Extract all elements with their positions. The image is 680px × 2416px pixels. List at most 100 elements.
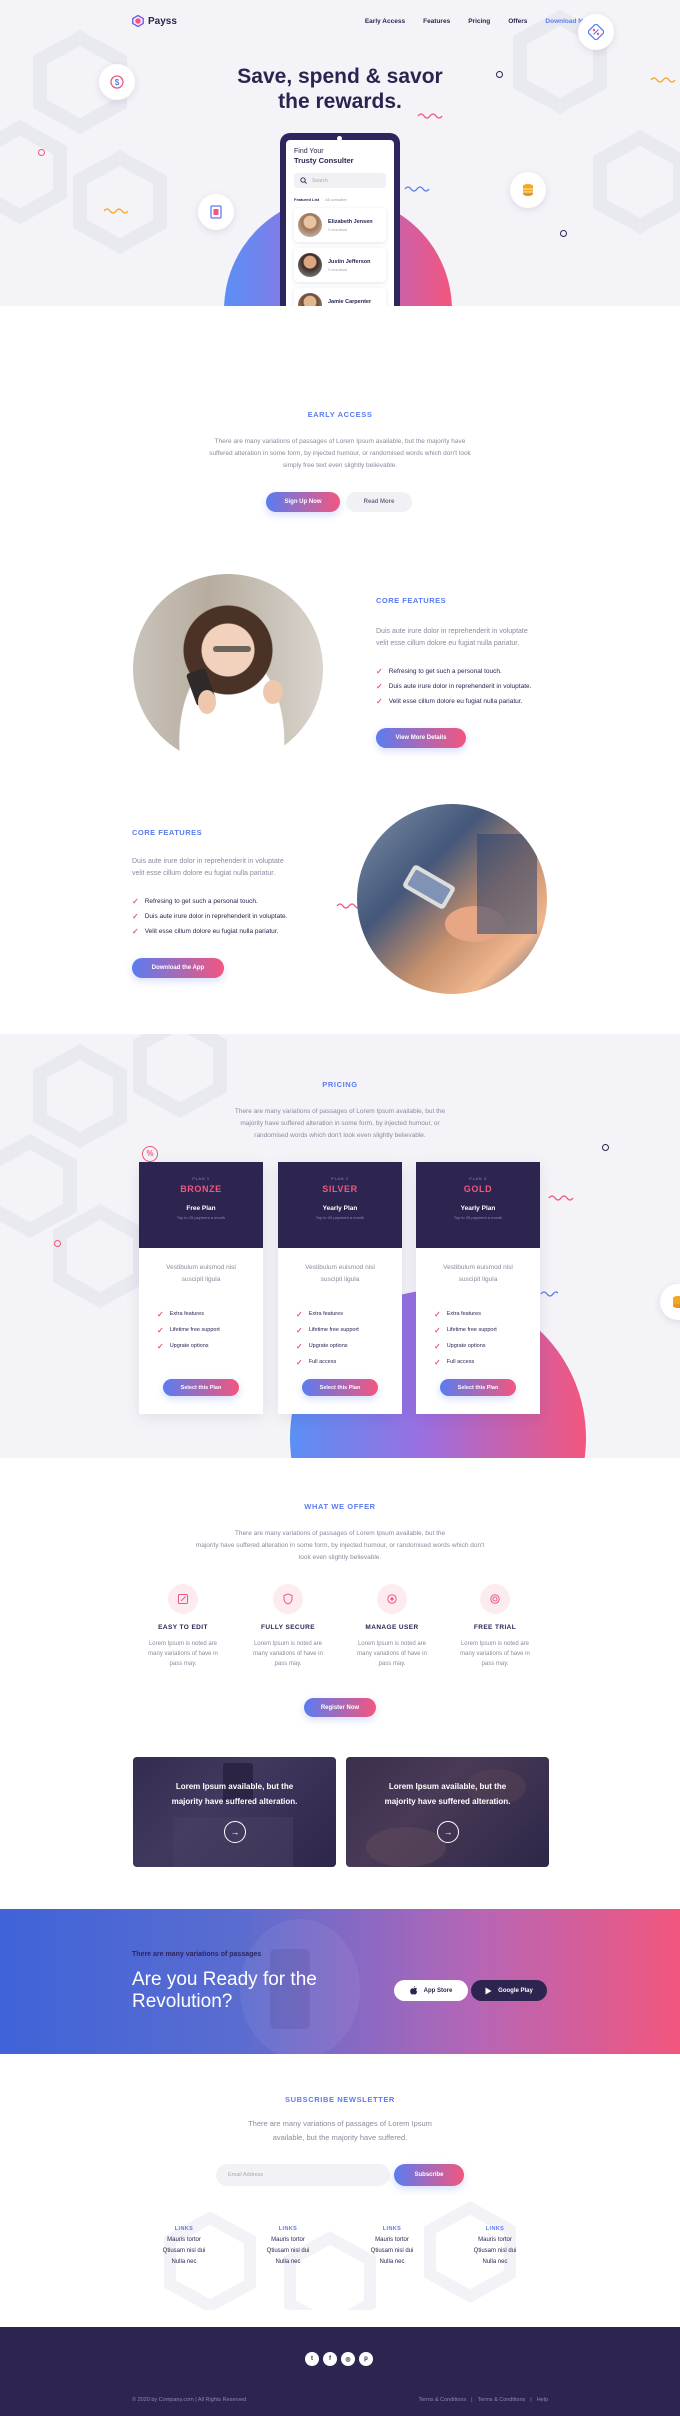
email-field[interactable]: Email Address bbox=[216, 2164, 390, 2186]
footer-link[interactable]: Nulla nec bbox=[352, 2259, 432, 2265]
plan-desc-line2: suscipit ligula bbox=[458, 1276, 498, 1283]
terms-link[interactable]: Terms & Conditions bbox=[418, 2397, 466, 2403]
laptop-phone-photo bbox=[133, 1757, 336, 1867]
pinterest-icon[interactable]: p bbox=[359, 2352, 373, 2366]
logo-text: Payss bbox=[148, 15, 177, 27]
footer-link[interactable]: Nulla nec bbox=[455, 2259, 535, 2265]
feature2-description: Duis aute irure dolor in reprehenderit i… bbox=[132, 856, 332, 880]
plan-feature: ✓ Extra features bbox=[434, 1306, 540, 1322]
arrow-right-icon[interactable]: → bbox=[437, 1821, 459, 1843]
feature1-checklist: ✓ Refresing to get such a personal touch.… bbox=[376, 664, 596, 709]
sign-up-button[interactable]: Sign Up Now bbox=[266, 492, 340, 512]
plan-name: BRONZE bbox=[180, 1184, 222, 1194]
phone-search-field[interactable]: Search bbox=[294, 173, 386, 188]
twitter-icon[interactable]: t bbox=[305, 2352, 319, 2366]
image-card-line2: majority have suffered alteration. bbox=[384, 1797, 511, 1806]
check-icon: ✓ bbox=[157, 1325, 164, 1335]
pricing-label: PRICING bbox=[322, 1080, 358, 1089]
check-icon: ✓ bbox=[434, 1341, 441, 1351]
select-plan-button[interactable]: Select this Plan bbox=[440, 1379, 516, 1396]
footer-link[interactable]: Mauris tortor bbox=[144, 2237, 224, 2243]
nav-link-offers[interactable]: Offers bbox=[508, 18, 527, 25]
nav-link-early-access[interactable]: Early Access bbox=[365, 18, 405, 25]
check-text: Velit esse cillum dolore eu fugiat nulla… bbox=[388, 698, 523, 705]
offer-icon-wrap bbox=[273, 1584, 303, 1614]
offer-description: Lorem Ipsum is noted are many variations… bbox=[342, 1639, 442, 1669]
coins-icon bbox=[673, 1296, 680, 1308]
offer-desc-line2: many variations of have in bbox=[148, 1651, 218, 1657]
footer-link[interactable]: Mauris tortor bbox=[248, 2237, 328, 2243]
plan-feature: ✓ Lifetime free support bbox=[434, 1322, 540, 1338]
offer-desc-line3: pass may. bbox=[169, 1661, 197, 1667]
image-card-text: Lorem Ipsum available, but the majority … bbox=[133, 1779, 336, 1809]
download-app-button[interactable]: Download the App bbox=[132, 958, 224, 978]
feature2-desc-line2: velit esse cillum dolore eu fugiat nulla… bbox=[132, 870, 276, 877]
pricing-text-line1: There are many variations of passages of… bbox=[234, 1108, 446, 1115]
arrow-right-icon[interactable]: → bbox=[224, 1821, 246, 1843]
select-plan-button[interactable]: Select this Plan bbox=[302, 1379, 378, 1396]
early-text-line1: There are many variations of passages of… bbox=[214, 438, 466, 445]
google-play-button[interactable]: Google Play bbox=[471, 1980, 547, 2001]
image-card[interactable]: Lorem Ipsum available, but the majority … bbox=[133, 1757, 336, 1867]
plan-description: Vestibulum euismod nisl suscipit ligula bbox=[139, 1262, 263, 1286]
plan-type: Yearly Plan bbox=[322, 1205, 358, 1212]
read-more-button[interactable]: Read More bbox=[346, 492, 412, 512]
plan-feature: ✓ Upgrate options bbox=[157, 1338, 263, 1354]
newsletter-label: SUBSCRIBE NEWSLETTER bbox=[285, 2095, 395, 2104]
view-more-details-button[interactable]: View More Details bbox=[376, 728, 466, 748]
feature1-desc-line1: Duis aute irure dolor in reprehenderit i… bbox=[376, 628, 528, 635]
plan-feature-text: Lifetime free support bbox=[308, 1327, 359, 1333]
offer-desc-line2: many variations of have in bbox=[460, 1651, 530, 1657]
shield-icon bbox=[283, 1593, 293, 1605]
banner-title-line1: Are you Ready for the bbox=[132, 1969, 317, 1990]
site-footer: t f ◎ p © 2020 by Company.com | All Righ… bbox=[0, 2327, 680, 2416]
plan-tag: PLAN 3 bbox=[469, 1176, 487, 1181]
nav-link-pricing[interactable]: Pricing bbox=[468, 18, 490, 25]
plan-feature-text: Upgrate options bbox=[169, 1343, 209, 1349]
consultant-card[interactable]: Jamie CarpenterConsultant bbox=[294, 288, 386, 306]
newsletter-text-line2: available, but the majority have suffere… bbox=[272, 2133, 408, 2142]
footer-link[interactable]: Mauris tortor bbox=[352, 2237, 432, 2243]
hands-holding-phone-photo bbox=[357, 804, 547, 994]
footer-link[interactable]: Qtiusam nisl dui bbox=[144, 2248, 224, 2254]
footer-link[interactable]: Qtiusam nisl dui bbox=[248, 2248, 328, 2254]
landing-page: Payss Early Access Features Pricing Offe… bbox=[0, 0, 680, 2416]
nav-link-features[interactable]: Features bbox=[423, 18, 450, 25]
plan-feature-text: Lifetime free support bbox=[169, 1327, 220, 1333]
check-icon: ✓ bbox=[157, 1341, 164, 1351]
phone-filter-all[interactable]: All consulter bbox=[325, 197, 347, 202]
phone-filter-featured[interactable]: Featured List bbox=[294, 197, 319, 202]
subscribe-button[interactable]: Subscribe bbox=[394, 2164, 464, 2186]
consultant-card[interactable]: Justin Jefferson Consultant bbox=[294, 248, 386, 282]
footer-link[interactable]: Mauris tortor bbox=[455, 2237, 535, 2243]
terms-link-2[interactable]: Terms & Conditions bbox=[478, 2397, 526, 2403]
cta-banner: There are many variations of passages Ar… bbox=[0, 1909, 680, 2054]
plan-features: ✓ Extra features ✓ Lifetime free support ✓… bbox=[416, 1306, 540, 1370]
image-card[interactable]: Lorem Ipsum available, but the majority … bbox=[346, 1757, 549, 1867]
select-plan-button[interactable]: Select this Plan bbox=[163, 1379, 239, 1396]
app-store-button[interactable]: App Store bbox=[394, 1980, 468, 2001]
footer-link[interactable]: Qtiusam nisl dui bbox=[455, 2248, 535, 2254]
footer-link[interactable]: Qtiusam nisl dui bbox=[352, 2248, 432, 2254]
instagram-icon[interactable]: ◎ bbox=[341, 2352, 355, 2366]
coins-icon bbox=[523, 184, 533, 196]
plan-feature: ✓ Extra features bbox=[296, 1306, 402, 1322]
footer-link[interactable]: Nulla nec bbox=[144, 2259, 224, 2265]
plan-feature-text: Extra features bbox=[308, 1311, 343, 1317]
consultant-name: Jamie Carpenter bbox=[328, 298, 372, 305]
consultant-name: Elizabeth Jensen bbox=[328, 218, 373, 225]
offer-manage-user: MANAGE USER Lorem Ipsum is noted are man… bbox=[342, 1584, 442, 1669]
plan-feature-text: Lifetime free support bbox=[446, 1327, 497, 1333]
footer-link[interactable]: Nulla nec bbox=[248, 2259, 328, 2265]
logo-icon bbox=[132, 15, 144, 27]
brand-logo[interactable]: Payss bbox=[132, 15, 177, 27]
help-link[interactable]: Help bbox=[537, 2397, 548, 2403]
separator: | bbox=[471, 2397, 473, 2403]
facebook-icon[interactable]: f bbox=[323, 2352, 337, 2366]
offer-title: FREE TRIAL bbox=[473, 1624, 517, 1631]
register-now-button[interactable]: Register Now bbox=[304, 1698, 376, 1717]
consultant-card[interactable]: Elizabeth Jensen Consultant bbox=[294, 208, 386, 242]
check-icon: ✓ bbox=[296, 1309, 303, 1319]
check-icon: ✓ bbox=[376, 667, 383, 676]
offer-desc-line3: pass may. bbox=[481, 1661, 509, 1667]
